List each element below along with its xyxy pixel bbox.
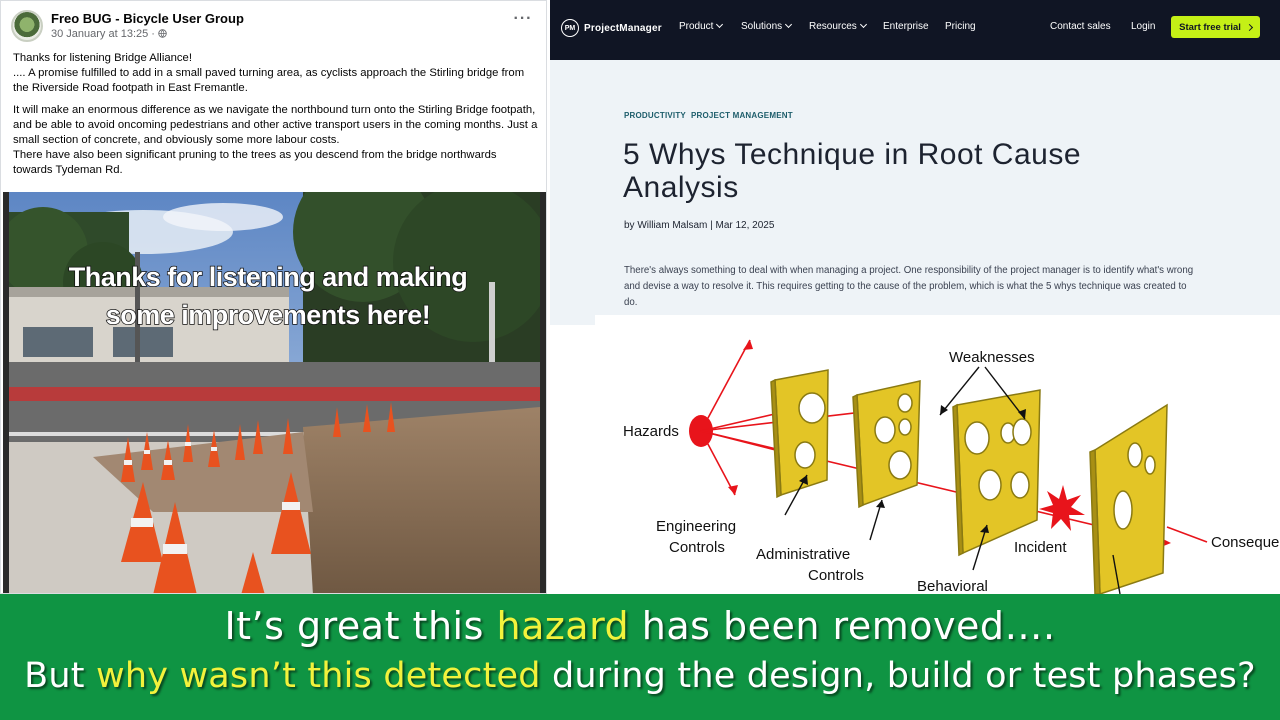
nav-label: Product	[679, 21, 714, 32]
nav-enterprise[interactable]: Enterprise	[883, 21, 929, 32]
nav-resources[interactable]: Resources	[809, 20, 867, 32]
weaknesses-label: Weaknesses	[949, 349, 1035, 366]
banner-line-2: But why wasn’t this detected during the …	[0, 656, 1280, 696]
consequences-label: Consequences	[1211, 534, 1280, 551]
post-body: Thanks for listening Bridge Alliance! ..…	[13, 51, 538, 185]
post-paragraph: Thanks for listening Bridge Alliance! ..…	[13, 52, 525, 94]
banner-line-1: It’s great this hazard has been removed……	[0, 604, 1280, 648]
banner-text: But	[24, 656, 97, 696]
article-intro: There's always something to deal with wh…	[624, 265, 1194, 308]
chevron-down-icon	[716, 20, 724, 29]
photo-caption: Thanks for listening and making some imp…	[43, 258, 493, 334]
nav-contact-sales[interactable]: Contact sales	[1050, 21, 1111, 32]
cheese-slice	[952, 389, 1041, 557]
article-tags: PRODUCTIVITY PROJECT MANAGEMENT	[624, 111, 798, 120]
street-scene-illustration	[3, 192, 546, 593]
cta-label: Start free trial	[1179, 21, 1241, 33]
chevron-down-icon	[785, 20, 793, 29]
title-line: 5 Whys Technique in Root Cause	[623, 138, 1082, 171]
banner-highlight: hazard	[496, 604, 630, 648]
post-date[interactable]: 30 January at 13:25 ·	[51, 28, 167, 40]
article-byline: by William Malsam | Mar 12, 2025	[624, 220, 775, 231]
post-date-text: 30 January at 13:25 ·	[51, 28, 159, 40]
group-avatar[interactable]	[11, 10, 43, 42]
cheese-slice	[1089, 403, 1168, 594]
post-paragraph: There have also been significant pruning…	[13, 149, 497, 176]
nav-label: Resources	[809, 21, 857, 32]
swiss-cheese-model-svg: Hazards Weaknesses Engineering Controls …	[623, 339, 1280, 594]
more-options-icon[interactable]: ···	[512, 11, 534, 29]
administrative-controls-label: Controls	[808, 567, 864, 584]
logo-text: ProjectManager	[584, 22, 662, 34]
post-paragraph: It will make an enormous difference as w…	[13, 104, 538, 146]
cheese-slice	[852, 380, 921, 509]
start-free-trial-button[interactable]: Start free trial	[1171, 16, 1260, 38]
nav-solutions[interactable]: Solutions	[741, 20, 793, 32]
photo-caption-line: Thanks for listening and making	[68, 261, 469, 293]
hazards-label: Hazards	[623, 423, 679, 440]
projectmanager-article: PM ProjectManager Product Solutions Reso…	[550, 0, 1280, 594]
banner-text: has been removed….	[629, 604, 1056, 648]
tag-link[interactable]: PRODUCTIVITY	[624, 111, 686, 120]
post-photo[interactable]: Thanks for listening and making some imp…	[3, 192, 546, 593]
logo-mark: PM	[561, 19, 579, 37]
incident-burst	[1039, 485, 1085, 531]
banner-text: It’s great this	[224, 604, 497, 648]
group-name[interactable]: Freo BUG - Bicycle User Group	[51, 11, 244, 26]
banner-text: during the design, build or test phases?	[540, 656, 1256, 696]
nav-login[interactable]: Login	[1131, 21, 1155, 32]
top-navigation: PM ProjectManager Product Solutions Reso…	[550, 0, 1280, 60]
tag-link[interactable]: PROJECT MANAGEMENT	[691, 111, 793, 120]
cheese-slice	[770, 369, 829, 499]
engineering-controls-label: Engineering	[656, 518, 736, 535]
nav-product[interactable]: Product	[679, 20, 724, 32]
title-line: Analysis	[623, 171, 739, 204]
behavioral-label: Behavioral	[917, 578, 988, 594]
photo-caption-line: some improvements here!	[105, 299, 432, 331]
chevron-right-icon	[1245, 23, 1253, 31]
article-title: 5 Whys Technique in Root Cause Analysis	[623, 138, 1183, 204]
nav-pricing[interactable]: Pricing	[945, 21, 976, 32]
facebook-post: Freo BUG - Bicycle User Group 30 January…	[0, 0, 547, 594]
post-header: Freo BUG - Bicycle User Group 30 January…	[11, 9, 536, 43]
banner-highlight: why wasn’t this detected	[96, 656, 541, 696]
incident-label: Incident	[1014, 539, 1067, 556]
nav-label: Solutions	[741, 21, 783, 32]
engineering-controls-label: Controls	[669, 539, 725, 556]
globe-icon	[158, 29, 167, 38]
composite-slide: Freo BUG - Bicycle User Group 30 January…	[0, 0, 1280, 720]
caption-banner: It’s great this hazard has been removed……	[0, 594, 1280, 720]
site-logo[interactable]: PM ProjectManager	[561, 18, 662, 38]
administrative-controls-label: Administrative	[756, 546, 850, 563]
swiss-cheese-diagram: Hazards Weaknesses Engineering Controls …	[595, 315, 1280, 594]
chevron-down-icon	[859, 20, 867, 29]
